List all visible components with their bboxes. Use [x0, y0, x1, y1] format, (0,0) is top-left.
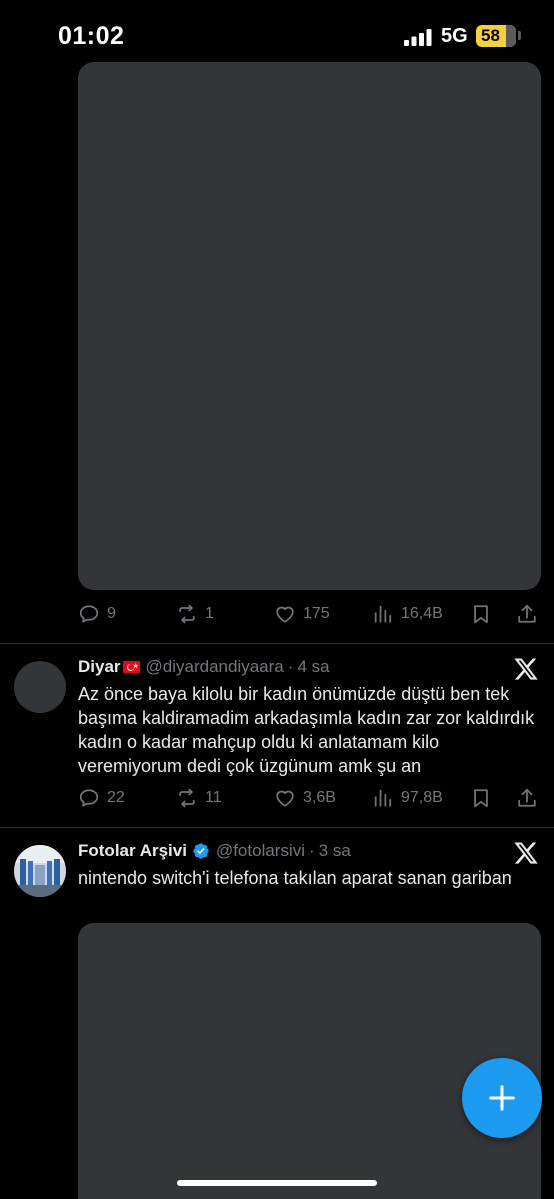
share-button[interactable] [516, 600, 538, 628]
separator-dot: · [309, 841, 315, 860]
battery-cap [518, 31, 521, 40]
tweet-header: Diyar ★ @diyardandiyaara · 4 sa [78, 657, 330, 677]
reply-icon [79, 605, 99, 623]
author-name[interactable]: Diyar [78, 657, 121, 677]
reply-count: 9 [107, 605, 116, 622]
share-button[interactable] [516, 784, 538, 812]
reply-icon [79, 789, 99, 807]
x-logo-icon[interactable] [513, 840, 539, 866]
turkey-flag-icon: ★ [122, 661, 140, 673]
avatar[interactable] [14, 845, 66, 897]
tweet-header: Fotolar Arşivi @fotolarsivi · 3 sa [78, 841, 351, 861]
bookmark-icon [474, 789, 488, 808]
tweet-text: nintendo switch'i telefona takılan apara… [78, 868, 512, 888]
like-icon [276, 790, 294, 807]
bookmark-button[interactable] [470, 784, 492, 812]
tweet-time[interactable]: 3 sa [319, 841, 351, 861]
views-icon [374, 789, 392, 807]
signal-icon [404, 29, 432, 46]
tweet-actions: 22 11 3,6B 97,8B [78, 784, 540, 812]
repost-count: 11 [205, 789, 222, 806]
author-name[interactable]: Fotolar Arşivi [78, 841, 187, 861]
repost-count: 1 [205, 605, 214, 622]
author-handle[interactable]: @diyardandiyaara [146, 657, 284, 677]
reply-count: 22 [107, 789, 125, 806]
separator-dot: · [287, 657, 294, 676]
tweet-divider [0, 827, 554, 828]
battery-level: 58 [481, 26, 500, 45]
repost-button[interactable]: 1 [176, 600, 214, 628]
views-count: 16,4B [401, 605, 443, 622]
verified-icon [193, 843, 209, 859]
like-button[interactable]: 3,6B [274, 784, 336, 812]
tweet-time[interactable]: 4 sa [297, 657, 329, 677]
network-type: 5G [441, 25, 468, 47]
repost-icon [179, 788, 195, 808]
bookmark-icon [474, 605, 488, 624]
x-logo-icon[interactable] [513, 656, 539, 682]
tweet-actions: 9 1 175 16,4B [78, 600, 540, 628]
repost-button[interactable]: 11 [176, 784, 222, 812]
avatar[interactable] [14, 661, 66, 713]
author-handle[interactable]: @fotolarsivi [216, 841, 305, 861]
views-icon [374, 605, 392, 623]
share-icon [518, 604, 536, 623]
compose-button[interactable] [462, 1058, 542, 1138]
views-count: 97,8B [401, 789, 443, 806]
like-count: 3,6B [303, 789, 336, 806]
reply-button[interactable]: 22 [78, 784, 125, 812]
battery-icon: 58 [476, 25, 516, 47]
status-time: 01:02 [58, 22, 125, 50]
views-button[interactable]: 16,4B [372, 600, 443, 628]
reply-button[interactable]: 9 [78, 600, 116, 628]
repost-icon [179, 604, 195, 624]
home-indicator[interactable] [177, 1180, 377, 1186]
views-button[interactable]: 97,8B [372, 784, 443, 812]
like-icon [276, 606, 294, 623]
tweet-text: Az önce baya kilolu bir kadın önümüzde d… [78, 684, 535, 776]
avatar-image [14, 845, 66, 897]
tweet-divider [0, 643, 554, 644]
bookmark-button[interactable] [470, 600, 492, 628]
tweet-media[interactable] [78, 62, 541, 590]
like-button[interactable]: 175 [274, 600, 330, 628]
tweet-media[interactable] [78, 923, 541, 1199]
status-bar: 01:02 5G 58 [0, 0, 554, 66]
like-count: 175 [303, 605, 330, 622]
compose-icon [489, 1085, 515, 1111]
share-icon [518, 788, 536, 807]
